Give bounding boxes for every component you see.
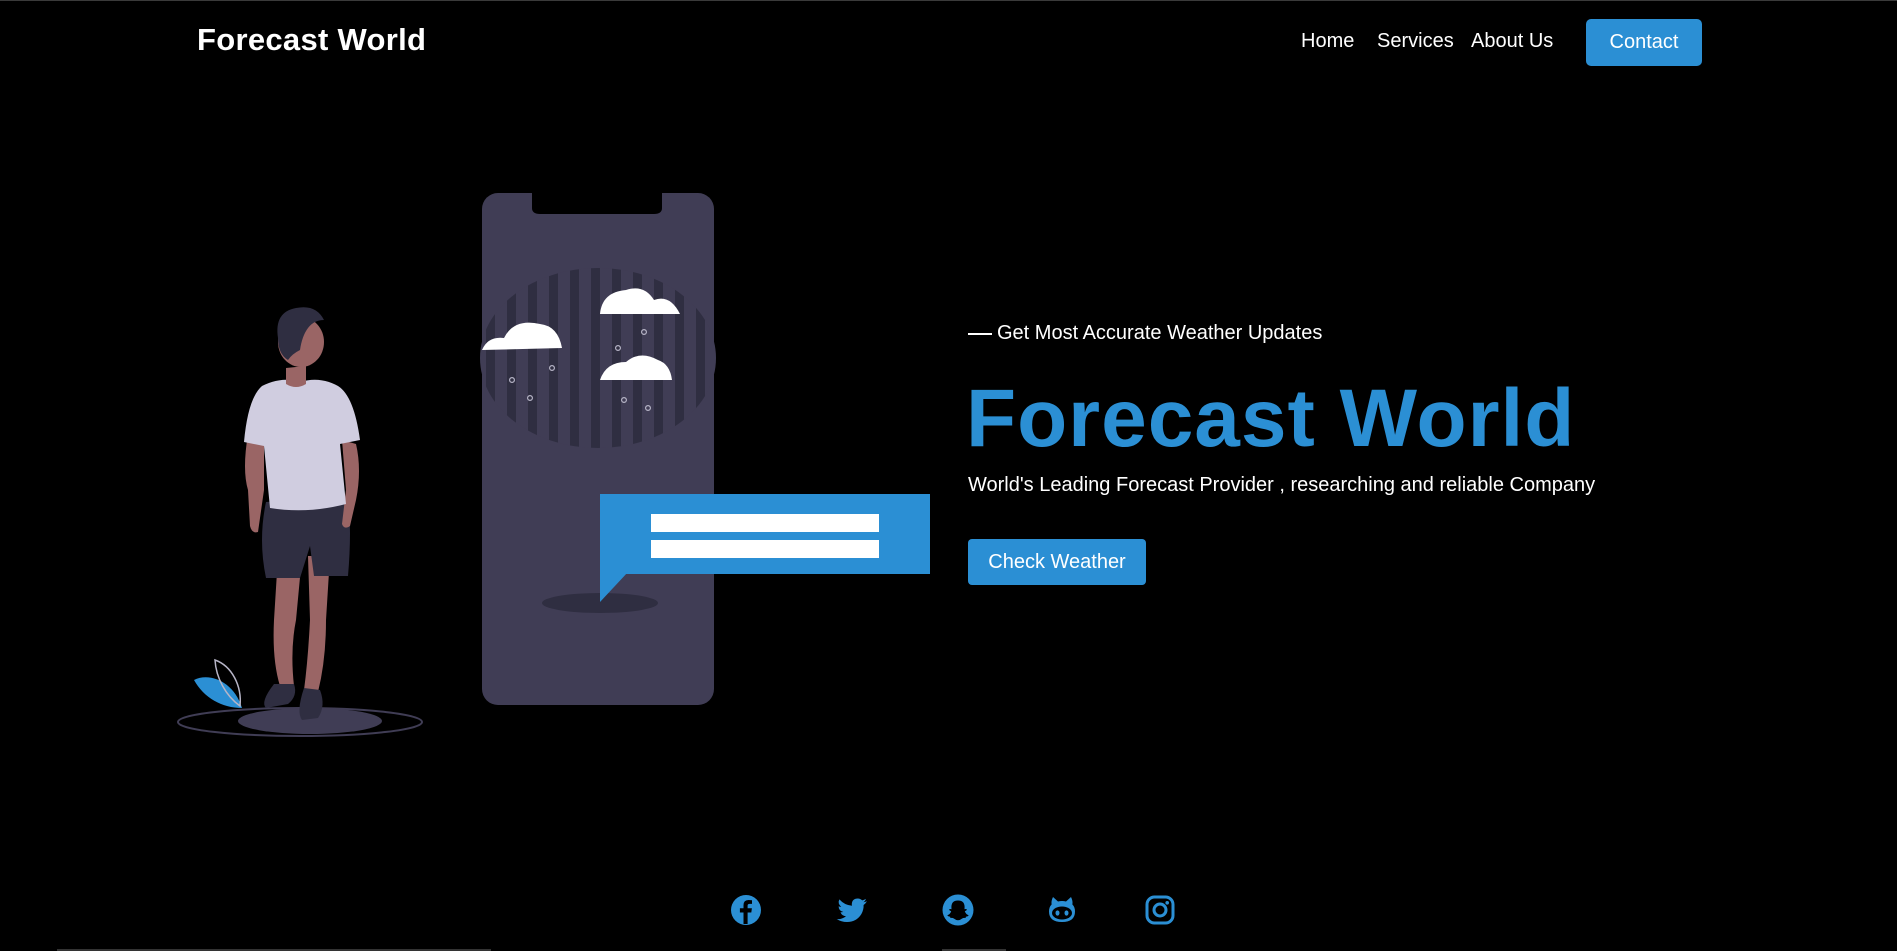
top-border	[0, 0, 1897, 1]
phone-illustration	[480, 193, 716, 705]
github-icon[interactable]	[1045, 893, 1079, 927]
hero-title: Forecast World	[966, 373, 1576, 464]
nav-home[interactable]: Home	[1301, 30, 1354, 53]
weather-illustration	[177, 193, 930, 737]
eyebrow-text: Get Most Accurate Weather Updates	[997, 322, 1323, 344]
nav-about-us[interactable]: About Us	[1471, 30, 1553, 53]
hero-eyebrow: Get Most Accurate Weather Updates	[968, 322, 1322, 345]
brand-logo[interactable]: Forecast World	[197, 22, 426, 58]
twitter-icon[interactable]	[835, 893, 869, 927]
nav-services[interactable]: Services	[1377, 30, 1454, 53]
leaf-icon	[194, 658, 242, 708]
facebook-icon[interactable]	[729, 893, 763, 927]
social-links	[0, 893, 1897, 927]
person-illustration	[244, 307, 360, 720]
instagram-icon[interactable]	[1143, 893, 1177, 927]
hero-description: World's Leading Forecast Provider , rese…	[968, 474, 1596, 496]
check-weather-button[interactable]: Check Weather	[968, 539, 1146, 585]
snapchat-icon[interactable]	[941, 893, 975, 927]
contact-button[interactable]: Contact	[1586, 19, 1702, 66]
eyebrow-dash	[968, 332, 992, 335]
